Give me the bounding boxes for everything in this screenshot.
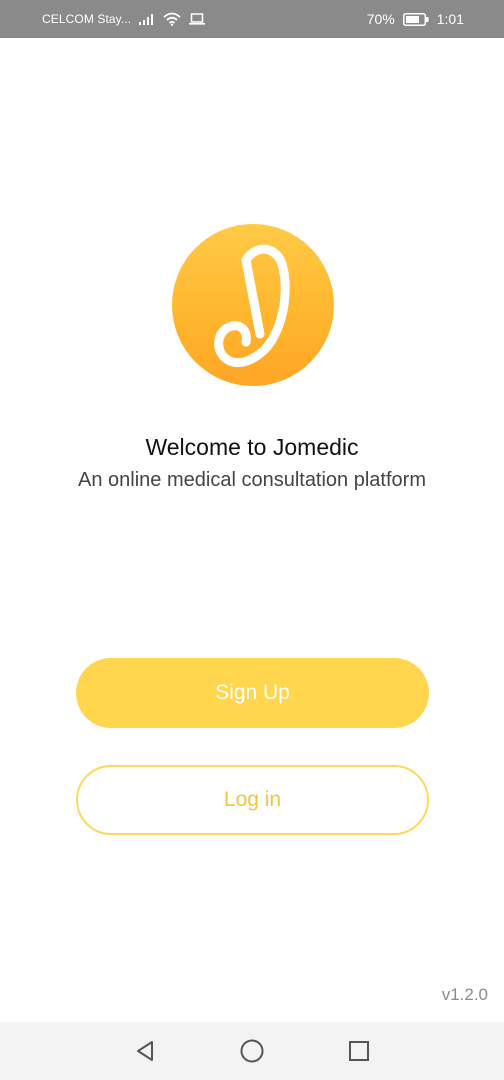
battery-percent: 70% bbox=[366, 11, 395, 27]
status-left: CELCOM Stay... bbox=[42, 12, 206, 26]
laptop-icon bbox=[189, 13, 206, 25]
battery-icon bbox=[402, 12, 429, 26]
status-bar: CELCOM Stay... 70% 1:01 bbox=[0, 0, 504, 38]
welcome-title: Welcome to Jomedic bbox=[145, 434, 359, 460]
navigation-bar bbox=[0, 1022, 504, 1080]
carrier-label: CELCOM Stay... bbox=[42, 12, 132, 26]
recents-icon[interactable] bbox=[344, 1036, 374, 1066]
jomedic-logo-icon bbox=[214, 244, 290, 367]
welcome-screen: CELCOM Stay... 70% 1:01 Welcome to Jomed… bbox=[0, 0, 504, 1080]
version-label: v1.2.0 bbox=[441, 985, 488, 1004]
app-logo bbox=[172, 224, 334, 386]
log-in-button[interactable]: Log in bbox=[76, 765, 429, 835]
wifi-icon bbox=[163, 12, 181, 26]
back-icon[interactable] bbox=[130, 1036, 160, 1066]
home-icon[interactable] bbox=[237, 1036, 267, 1066]
signal-icon bbox=[139, 13, 155, 25]
clock: 1:01 bbox=[436, 11, 464, 27]
welcome-subtitle: An online medical consultation platform bbox=[78, 469, 426, 491]
status-right: 70% 1:01 bbox=[367, 11, 464, 27]
sign-up-button[interactable]: Sign Up bbox=[76, 658, 429, 728]
